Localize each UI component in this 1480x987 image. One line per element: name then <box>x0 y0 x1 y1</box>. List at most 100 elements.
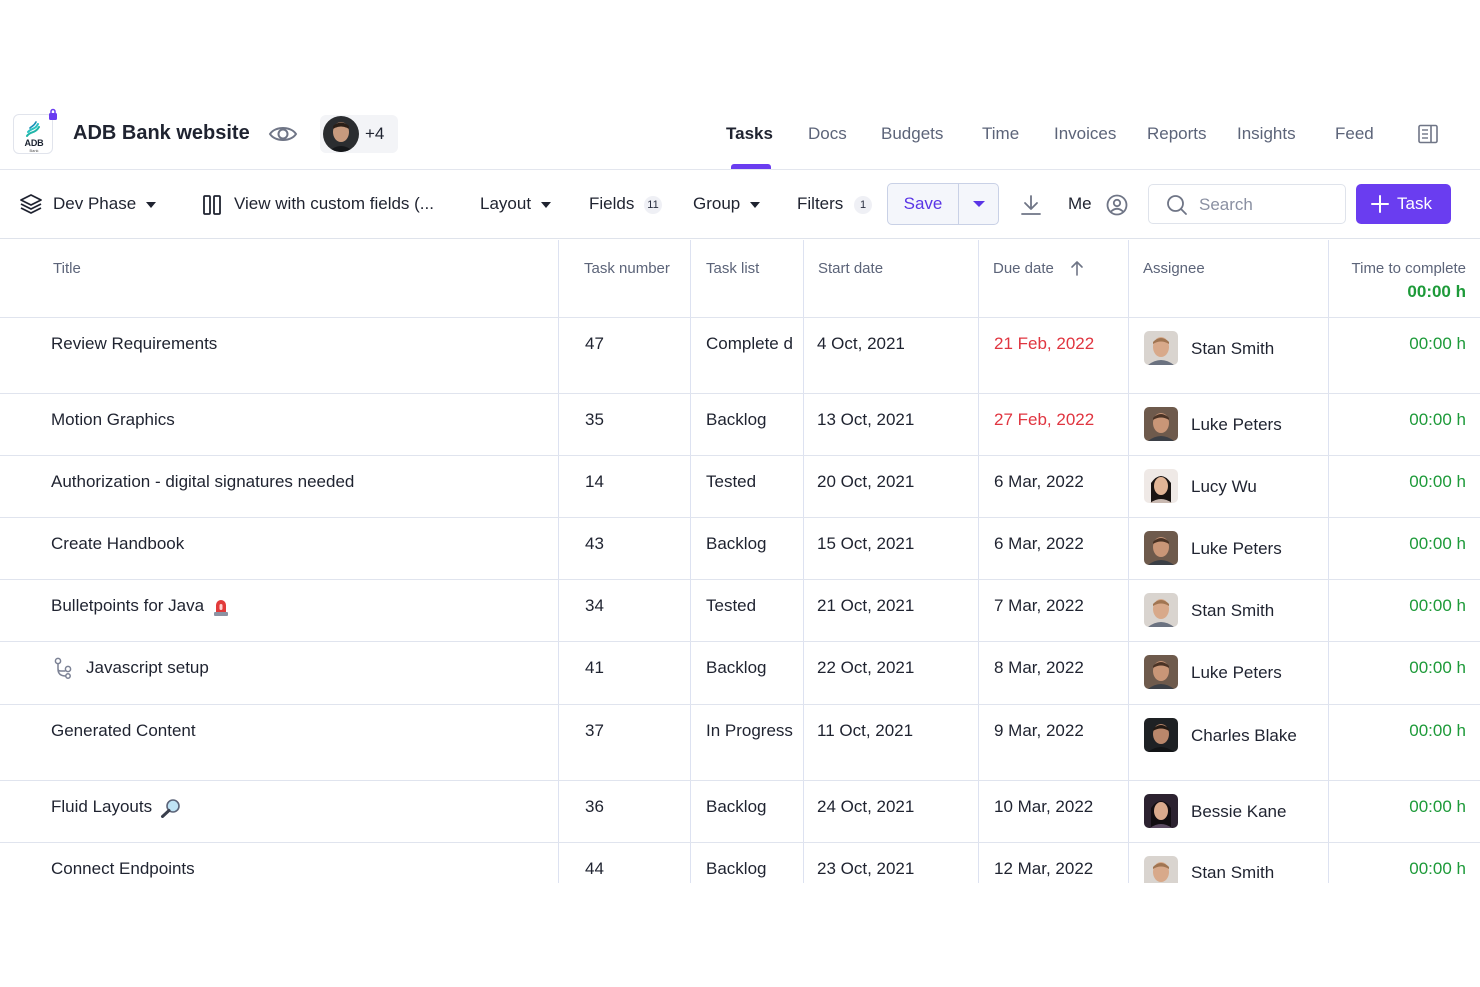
task-list[interactable]: Complete d <box>706 332 794 356</box>
task-list[interactable]: Tested <box>706 470 756 494</box>
task-list[interactable]: Backlog <box>706 532 766 556</box>
due-date[interactable]: 6 Mar, 2022 <box>994 532 1084 556</box>
assignee-name[interactable]: Stan Smith <box>1191 861 1274 883</box>
column-header-assignee[interactable]: Assignee <box>1143 260 1205 277</box>
start-date[interactable]: 20 Oct, 2021 <box>817 470 914 494</box>
start-date[interactable]: 13 Oct, 2021 <box>817 408 914 432</box>
row-divider <box>0 455 1480 456</box>
task-title[interactable]: Create Handbook <box>51 532 184 556</box>
tab-feed[interactable]: Feed <box>1335 124 1374 144</box>
start-date[interactable]: 4 Oct, 2021 <box>817 332 905 356</box>
start-date[interactable]: 21 Oct, 2021 <box>817 594 914 618</box>
due-date[interactable]: 9 Mar, 2022 <box>994 719 1084 743</box>
filters-button[interactable]: Filters <box>797 194 843 214</box>
assignee-name[interactable]: Charles Blake <box>1191 724 1297 748</box>
task-list[interactable]: Backlog <box>706 857 766 881</box>
column-divider <box>690 240 691 883</box>
start-date[interactable]: 23 Oct, 2021 <box>817 857 914 881</box>
tab-invoices[interactable]: Invoices <box>1054 124 1116 144</box>
column-divider <box>978 240 979 883</box>
task-list[interactable]: Backlog <box>706 656 766 680</box>
task-title[interactable]: Connect Endpoints <box>51 857 195 881</box>
task-number: 34 <box>585 596 604 615</box>
due-date[interactable]: 12 Mar, 2022 <box>994 857 1093 881</box>
task-title[interactable]: Generated Content <box>51 719 196 743</box>
row-divider <box>0 393 1480 394</box>
task-list[interactable]: Tested <box>706 594 756 618</box>
column-header-task-number[interactable]: Task number <box>584 260 670 277</box>
time-to-complete: 00:00 h <box>1409 721 1466 740</box>
due-date[interactable]: 7 Mar, 2022 <box>994 594 1084 618</box>
tab-docs[interactable]: Docs <box>808 124 847 144</box>
time-to-complete: 00:00 h <box>1409 797 1466 816</box>
watch-eye-icon[interactable] <box>268 122 298 146</box>
logo-subtext: Bank <box>29 148 39 153</box>
task-title[interactable]: Javascript setup <box>86 656 209 680</box>
assignee-avatar <box>1144 655 1178 689</box>
fields-count-badge: 11 <box>644 196 662 214</box>
subtask-branch-icon <box>54 657 72 679</box>
tab-reports[interactable]: Reports <box>1147 124 1207 144</box>
start-date[interactable]: 22 Oct, 2021 <box>817 656 914 680</box>
task-title[interactable]: Bulletpoints for Java <box>51 594 230 618</box>
sort-ascending-icon[interactable] <box>1069 259 1085 277</box>
column-divider <box>803 240 804 883</box>
assignee-name[interactable]: Stan Smith <box>1191 599 1274 623</box>
task-title[interactable]: Review Requirements <box>51 332 217 356</box>
due-date[interactable]: 8 Mar, 2022 <box>994 656 1084 680</box>
assignee-name[interactable]: Luke Peters <box>1191 413 1282 437</box>
search-icon <box>1167 195 1187 215</box>
task-title[interactable]: Fluid Layouts <box>51 795 182 819</box>
task-list[interactable]: In Progress <box>706 719 794 743</box>
project-header: ADB Bank ADB Bank website +4 Tasks Docs … <box>0 100 1480 170</box>
assignee-avatar <box>1144 531 1178 565</box>
group-dropdown[interactable]: Group <box>693 194 761 214</box>
column-header-time-to-complete[interactable]: Time to complete <box>1352 260 1467 277</box>
assignee-name[interactable]: Stan Smith <box>1191 337 1274 361</box>
assignee-name[interactable]: Luke Peters <box>1191 661 1282 685</box>
due-date[interactable]: 21 Feb, 2022 <box>994 332 1094 356</box>
project-logo[interactable]: ADB Bank <box>13 114 53 154</box>
task-title[interactable]: Motion Graphics <box>51 408 175 432</box>
view-selector[interactable]: View with custom fields (... <box>234 194 434 214</box>
task-list[interactable]: Backlog <box>706 408 766 432</box>
phase-dropdown[interactable]: Dev Phase <box>53 194 157 214</box>
search-input[interactable] <box>1199 193 1339 217</box>
time-to-complete: 00:00 h <box>1409 472 1466 491</box>
column-header-title[interactable]: Title <box>53 260 81 277</box>
magnifier-emoji-icon <box>161 798 180 818</box>
task-number: 14 <box>585 472 604 491</box>
due-date[interactable]: 27 Feb, 2022 <box>994 408 1094 432</box>
task-title[interactable]: Authorization - digital signatures neede… <box>51 470 354 494</box>
due-date[interactable]: 6 Mar, 2022 <box>994 470 1084 494</box>
tab-budgets[interactable]: Budgets <box>881 124 943 144</box>
download-icon[interactable] <box>1019 193 1043 217</box>
add-task-button[interactable]: Task <box>1356 184 1451 224</box>
due-date[interactable]: 10 Mar, 2022 <box>994 795 1093 819</box>
me-filter-label[interactable]: Me <box>1068 194 1092 214</box>
save-options-dropdown[interactable] <box>959 184 999 224</box>
tab-tasks[interactable]: Tasks <box>726 124 773 144</box>
column-header-start-date[interactable]: Start date <box>818 260 883 277</box>
assignee-name[interactable]: Luke Peters <box>1191 537 1282 561</box>
start-date[interactable]: 11 Oct, 2021 <box>817 719 913 743</box>
search-box <box>1148 184 1346 224</box>
siren-emoji-icon <box>214 599 229 616</box>
task-list[interactable]: Backlog <box>706 795 766 819</box>
side-panel-icon[interactable] <box>1417 124 1439 144</box>
project-members[interactable]: +4 <box>320 115 398 153</box>
start-date[interactable]: 15 Oct, 2021 <box>817 532 914 556</box>
tab-insights[interactable]: Insights <box>1237 124 1296 144</box>
user-circle-icon[interactable] <box>1105 193 1129 217</box>
fields-button[interactable]: Fields <box>589 194 634 214</box>
save-button[interactable]: Save <box>888 184 958 224</box>
tab-time[interactable]: Time <box>982 124 1019 144</box>
layout-dropdown[interactable]: Layout <box>480 194 552 214</box>
assignee-avatar <box>1144 856 1178 883</box>
assignee-name[interactable]: Lucy Wu <box>1191 475 1257 499</box>
column-header-task-list[interactable]: Task list <box>706 260 759 277</box>
start-date[interactable]: 24 Oct, 2021 <box>817 795 914 819</box>
column-header-due-date[interactable]: Due date <box>993 260 1054 277</box>
chevron-down-icon <box>750 201 761 208</box>
assignee-name[interactable]: Bessie Kane <box>1191 800 1286 824</box>
